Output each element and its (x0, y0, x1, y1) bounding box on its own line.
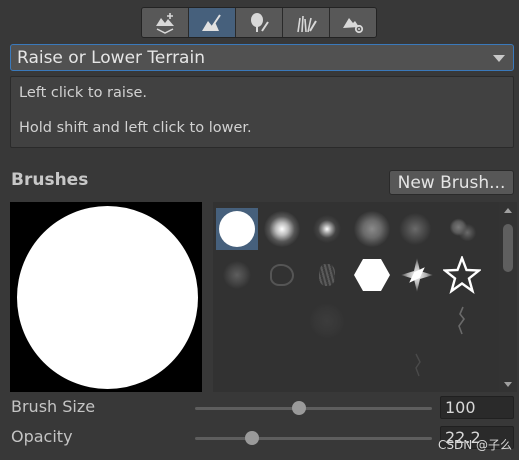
brush-hexagon[interactable] (351, 254, 393, 296)
scroll-thumb[interactable] (503, 224, 513, 272)
brush-size-row: Brush Size 100 (0, 396, 519, 420)
paint-details-button[interactable] (283, 8, 330, 37)
brush-size-slider-track[interactable] (195, 407, 432, 410)
brush-star-outline-icon (443, 256, 481, 294)
brush-preview (10, 202, 202, 392)
brushes-heading: Brushes (11, 170, 89, 190)
paint-details-icon (297, 15, 317, 32)
tool-mode-dropdown[interactable]: Raise or Lower Terrain (10, 44, 514, 71)
brush-preview-shape (17, 206, 198, 389)
brush-soft-circle[interactable] (261, 208, 303, 250)
brush-noise-small[interactable] (216, 254, 258, 296)
brush-size-field[interactable]: 100 (440, 396, 514, 419)
brush-faint-texture[interactable] (306, 300, 348, 342)
brush-grid-scrollbar[interactable] (499, 202, 517, 392)
brush-streak-icon (319, 264, 335, 286)
opacity-slider-thumb[interactable] (244, 431, 259, 445)
tool-mode-selected: Raise or Lower Terrain (17, 47, 205, 68)
brush-small-soft-circle[interactable] (306, 208, 348, 250)
brush-faint-crack-icon (415, 353, 421, 377)
create-neighbor-terrains-button[interactable] (142, 8, 189, 37)
help-line-lower: Hold shift and left click to lower. (19, 120, 252, 136)
brush-noise-patch-icon (399, 211, 435, 247)
brush-noise-patch[interactable] (396, 208, 438, 250)
tool-help-box: Left click to raise. Hold shift and left… (10, 76, 514, 148)
brush-crack-icon (458, 306, 466, 335)
scroll-down-icon[interactable] (504, 382, 512, 387)
terrain-settings-icon (343, 17, 364, 33)
brush-soft-circle-icon (264, 211, 300, 247)
brush-noise-cloud-icon (354, 211, 390, 247)
help-line-raise: Left click to raise. (19, 85, 148, 101)
opacity-label: Opacity (11, 427, 73, 446)
watermark-text: CSDN @子么 (438, 438, 513, 452)
brush-hard-circle[interactable] (216, 208, 258, 250)
chevron-down-icon (493, 55, 505, 62)
brush-hexagon-icon (354, 259, 390, 291)
paint-terrain-button[interactable] (189, 8, 236, 37)
brush-swirl[interactable] (261, 254, 303, 296)
brush-crack[interactable] (441, 300, 483, 342)
brush-star-burst-icon (401, 258, 433, 292)
create-neighbor-terrains-icon (156, 12, 174, 34)
scroll-up-icon[interactable] (504, 208, 512, 213)
brush-swirl-icon (270, 264, 294, 286)
brush-streak[interactable] (306, 254, 348, 296)
brush-splatter[interactable] (441, 208, 483, 250)
brush-star-outline[interactable] (441, 254, 483, 296)
brush-hard-circle-icon (219, 211, 255, 247)
brush-star-burst[interactable] (396, 254, 438, 296)
brush-small-soft-circle-icon (309, 211, 345, 247)
brush-size-slider-thumb[interactable] (292, 401, 307, 415)
terrain-settings-button[interactable] (330, 8, 376, 37)
brush-noise-cloud[interactable] (351, 208, 393, 250)
brush-size-label: Brush Size (11, 397, 96, 416)
new-brush-button[interactable]: New Brush... (389, 170, 514, 195)
brush-faint-crack[interactable] (396, 346, 438, 388)
opacity-slider-track[interactable] (195, 437, 432, 440)
brush-noise-small-icon (219, 257, 255, 293)
brush-grid (213, 202, 517, 392)
terrain-tool-toolbar (141, 7, 377, 38)
paint-trees-icon (251, 12, 269, 32)
paint-terrain-icon (202, 13, 221, 31)
brush-splatter-icon (444, 211, 480, 247)
paint-trees-button[interactable] (236, 8, 283, 37)
brush-faint-texture-icon (309, 303, 345, 339)
